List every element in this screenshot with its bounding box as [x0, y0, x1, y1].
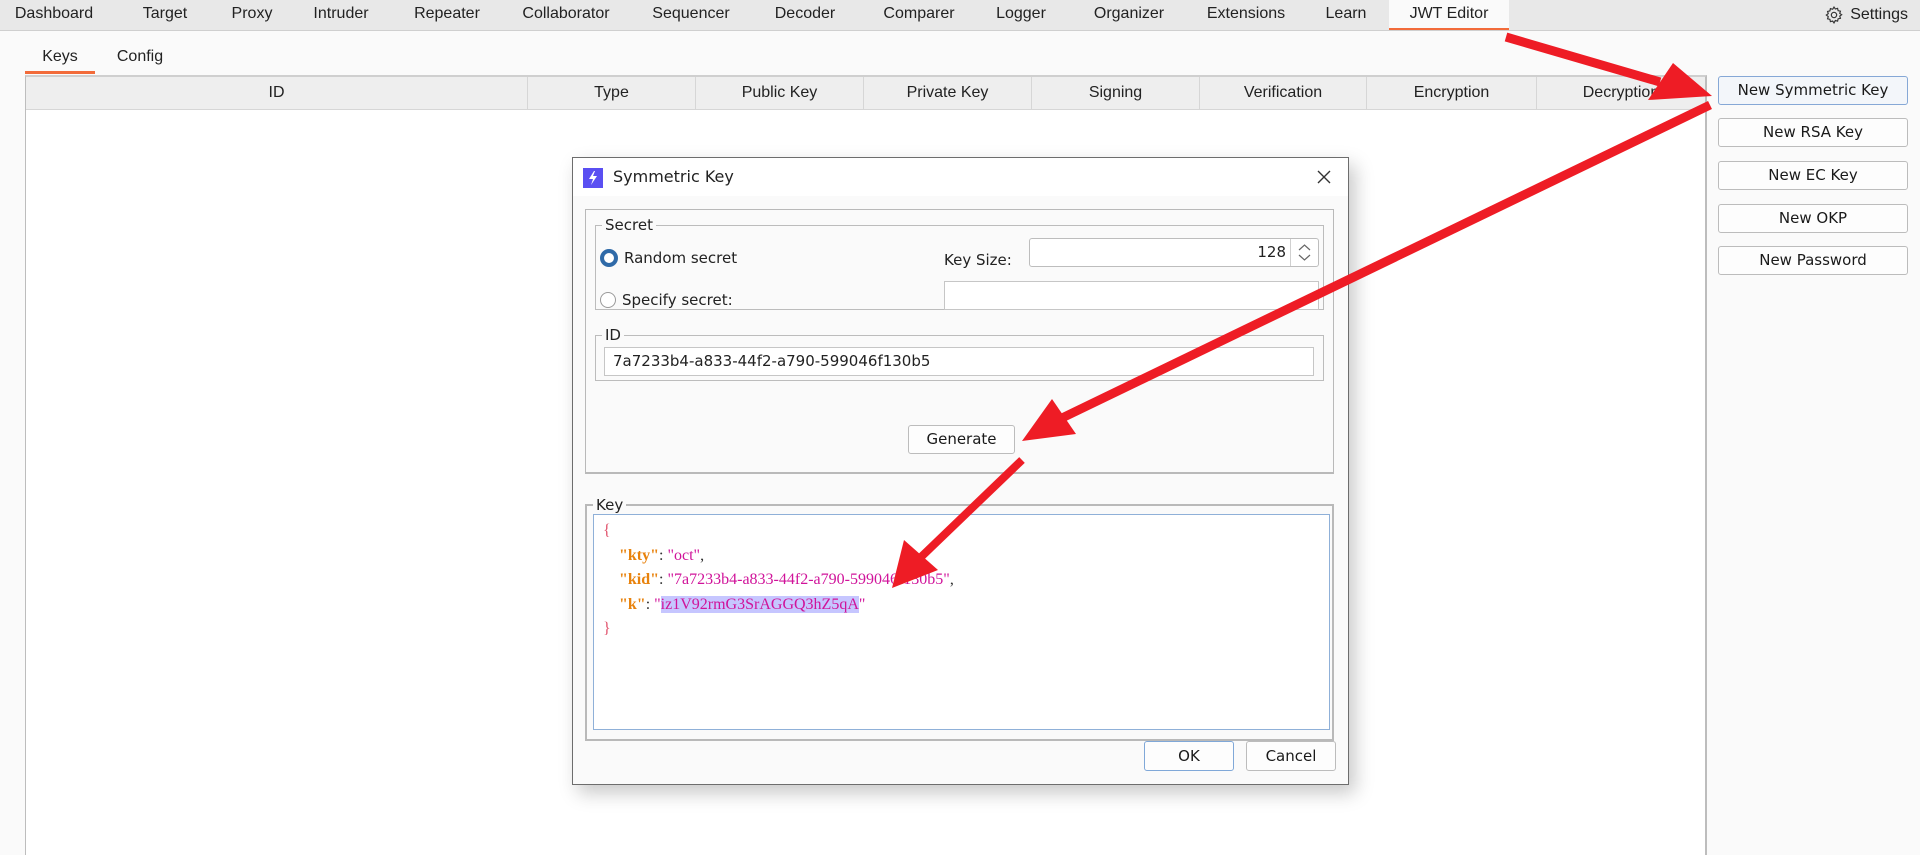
- key-settings-panel: Secret Random secret Specify secret: Key…: [585, 209, 1334, 474]
- random-secret-radio[interactable]: Random secret: [600, 249, 737, 267]
- column-header-id[interactable]: ID: [26, 77, 528, 109]
- tab-repeater[interactable]: Repeater: [408, 0, 486, 30]
- lightning-icon: [583, 168, 603, 188]
- subtab-keys[interactable]: Keys: [25, 44, 95, 74]
- key-size-label: Key Size:: [944, 251, 1012, 269]
- spinner-arrows[interactable]: [1290, 239, 1318, 266]
- new-symmetric-key-button[interactable]: New Symmetric Key: [1718, 76, 1908, 105]
- radio-checked-icon: [600, 249, 618, 267]
- json-value-kid: 7a7233b4-a833-44f2-a790-599046f130b5: [674, 571, 944, 588]
- table-header: ID Type Public Key Private Key Signing V…: [26, 77, 1705, 110]
- new-okp-button[interactable]: New OKP: [1718, 204, 1908, 233]
- tab-dashboard[interactable]: Dashboard: [12, 0, 96, 30]
- tab-collaborator[interactable]: Collaborator: [516, 0, 616, 30]
- top-nav: Dashboard Target Proxy Intruder Repeater…: [0, 0, 1920, 31]
- tab-comparer[interactable]: Comparer: [878, 0, 960, 30]
- column-header-private-key[interactable]: Private Key: [864, 77, 1032, 109]
- generate-button[interactable]: Generate: [908, 425, 1015, 454]
- symmetric-key-dialog: Symmetric Key Secret Random secret Speci…: [572, 157, 1349, 785]
- tab-learn[interactable]: Learn: [1321, 0, 1371, 30]
- key-size-spinner[interactable]: 128: [1029, 238, 1319, 267]
- new-ec-key-button[interactable]: New EC Key: [1718, 161, 1908, 190]
- tab-proxy[interactable]: Proxy: [226, 0, 278, 30]
- chevron-up-down-icon: [1298, 244, 1311, 261]
- tab-target[interactable]: Target: [135, 0, 195, 30]
- subtab-config[interactable]: Config: [108, 44, 172, 72]
- secret-legend: Secret: [605, 216, 653, 234]
- dialog-title: Symmetric Key: [613, 167, 734, 186]
- random-secret-label: Random secret: [624, 249, 738, 267]
- column-header-decryption[interactable]: Decryption: [1537, 77, 1705, 109]
- key-json-editor[interactable]: { "kty": "oct", "kid": "7a7233b4-a833-44…: [593, 514, 1330, 730]
- tab-sequencer[interactable]: Sequencer: [648, 0, 734, 30]
- json-value-kty: oct: [674, 546, 694, 564]
- column-header-type[interactable]: Type: [528, 77, 696, 109]
- ok-button[interactable]: OK: [1144, 741, 1234, 771]
- tab-intruder[interactable]: Intruder: [307, 0, 375, 30]
- column-header-encryption[interactable]: Encryption: [1367, 77, 1537, 109]
- tab-logger[interactable]: Logger: [990, 0, 1052, 30]
- tab-decoder[interactable]: Decoder: [770, 0, 840, 30]
- new-password-button[interactable]: New Password: [1718, 246, 1908, 275]
- json-key-kty: kty: [627, 546, 651, 564]
- json-open-brace: {: [603, 522, 611, 539]
- id-input[interactable]: 7a7233b4-a833-44f2-a790-599046f130b5: [604, 347, 1314, 376]
- tab-extensions[interactable]: Extensions: [1203, 0, 1289, 30]
- settings-label: Settings: [1850, 6, 1908, 23]
- tab-jwt-editor[interactable]: JWT Editor: [1389, 0, 1509, 30]
- new-rsa-key-button[interactable]: New RSA Key: [1718, 118, 1908, 147]
- column-header-public-key[interactable]: Public Key: [696, 77, 864, 109]
- cancel-button[interactable]: Cancel: [1246, 741, 1336, 771]
- json-value-k-selected[interactable]: iz1V92rmG3SrAGGQ3hZ5qA: [660, 595, 859, 613]
- json-key-k: k: [627, 595, 637, 613]
- radio-unchecked-icon: [600, 292, 616, 308]
- dialog-title-bar[interactable]: Symmetric Key: [573, 158, 1348, 196]
- json-close-brace: }: [603, 620, 611, 637]
- tab-organizer[interactable]: Organizer: [1087, 0, 1171, 30]
- id-legend: ID: [605, 326, 621, 344]
- specify-secret-label: Specify secret:: [622, 291, 733, 309]
- key-legend: Key: [596, 496, 624, 514]
- json-key-kid: kid: [627, 571, 651, 588]
- column-header-verification[interactable]: Verification: [1200, 77, 1367, 109]
- specify-secret-radio[interactable]: Specify secret:: [600, 291, 733, 309]
- column-header-signing[interactable]: Signing: [1032, 77, 1200, 109]
- gear-icon: [1825, 6, 1843, 25]
- settings-button[interactable]: Settings: [1824, 0, 1908, 30]
- close-icon[interactable]: [1314, 167, 1334, 187]
- specify-secret-input[interactable]: [944, 281, 1319, 310]
- key-size-value: 128: [1257, 243, 1286, 261]
